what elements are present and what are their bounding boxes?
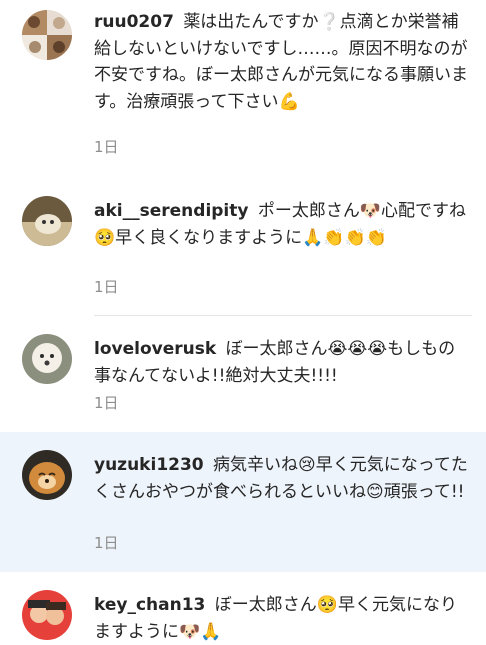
- comment-item: aki__serendipity ポー太郎さん🐶心配ですね🥺早く良くなりますよう…: [0, 176, 486, 316]
- avatar[interactable]: [22, 196, 72, 246]
- comment-username[interactable]: ruu0207: [94, 12, 174, 32]
- comment-timestamp: 1日: [94, 138, 119, 156]
- dog-collage-avatar-icon: [22, 10, 72, 60]
- comment-body: ruu0207 薬は出たんですか❔点滴とか栄誉補給しないといけないですし……。原…: [94, 9, 472, 115]
- avatar[interactable]: [22, 450, 72, 500]
- comment-timestamp: 1日: [94, 278, 119, 296]
- comment-item: yuzuki1230 病気辛いね😢早く元気になってたくさんおやつが食べられるとい…: [0, 432, 486, 572]
- comment-body: loveloverusk ぼー太郎さん😭😭😭もしもの事なんてないよ!!絶対大丈夫…: [94, 336, 472, 389]
- avatar[interactable]: [22, 590, 72, 640]
- comment-timestamp: 1日: [94, 534, 119, 552]
- comment-item: key_chan13 ぼー太郎さん🥺早く元気になりますように🐶🙏: [0, 572, 486, 642]
- children-avatar-icon: [22, 590, 72, 640]
- comment-body: aki__serendipity ポー太郎さん🐶心配ですね🥺早く良くなりますよう…: [94, 198, 472, 251]
- comment-username[interactable]: key_chan13: [94, 595, 205, 615]
- comment-item: ruu0207 薬は出たんですか❔点滴とか栄誉補給しないといけないですし……。原…: [0, 0, 486, 176]
- comment-username[interactable]: aki__serendipity: [94, 201, 248, 221]
- avatar[interactable]: [22, 10, 72, 60]
- comment-item: loveloverusk ぼー太郎さん😭😭😭もしもの事なんてないよ!!絶対大丈夫…: [0, 316, 486, 432]
- comment-body: key_chan13 ぼー太郎さん🥺早く元気になりますように🐶🙏: [94, 592, 472, 645]
- white-poodle-avatar-icon: [22, 334, 72, 384]
- comment-username[interactable]: yuzuki1230: [94, 455, 204, 475]
- avatar[interactable]: [22, 334, 72, 384]
- comment-username[interactable]: loveloverusk: [94, 339, 216, 359]
- comment-body: yuzuki1230 病気辛いね😢早く元気になってたくさんおやつが食べられるとい…: [94, 452, 472, 505]
- pomeranian-avatar-icon: [22, 450, 72, 500]
- comment-timestamp: 1日: [94, 394, 119, 412]
- dog-on-blanket-avatar-icon: [22, 196, 72, 246]
